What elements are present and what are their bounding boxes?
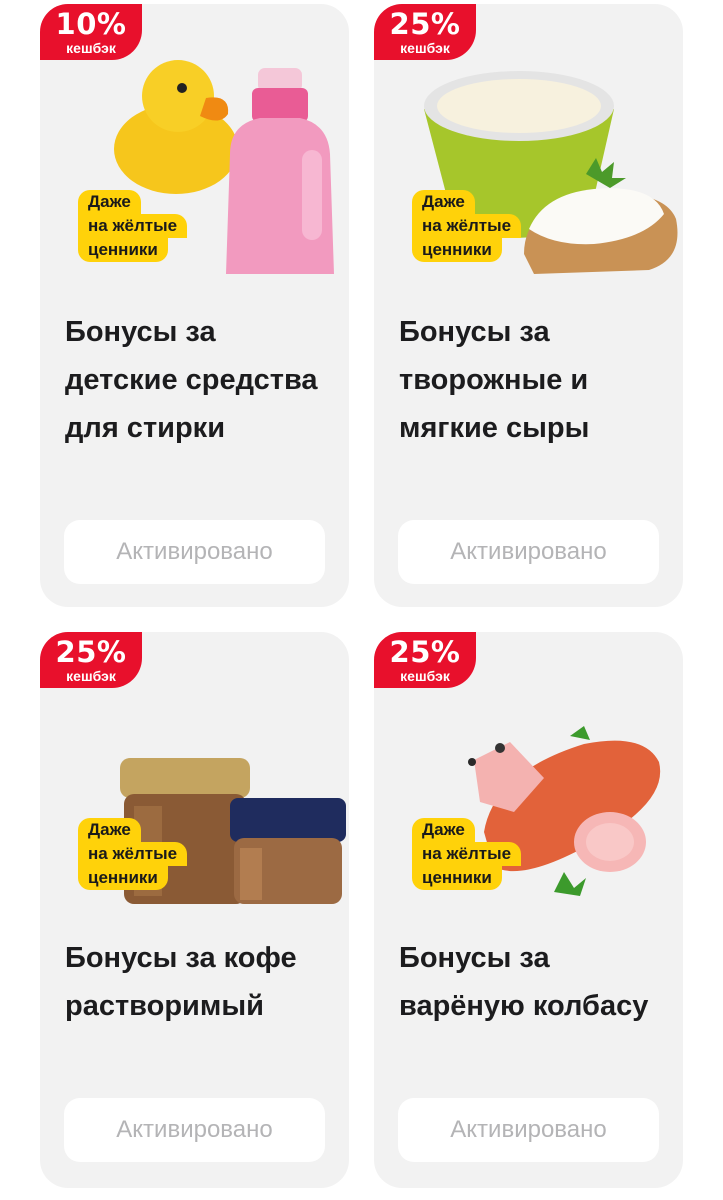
cashback-label: кешбэк [66, 668, 116, 684]
tag-line-1: Даже [412, 190, 475, 214]
tag-line-1: Даже [78, 190, 141, 214]
yellow-price-tag: Даже на жёлтые ценники [78, 818, 198, 890]
tag-line-2: на жёлтые [78, 842, 188, 866]
cashback-percent: 25% [389, 7, 461, 41]
cashback-percent: 25% [389, 635, 461, 669]
cashback-percent: 10% [55, 7, 127, 41]
cashback-badge: 10% кешбэк [40, 4, 142, 60]
offer-title: Бонусы за кофе растворимый [65, 942, 297, 1022]
tag-line-2: на жёлтые [78, 214, 188, 238]
activated-button[interactable]: Активировано [64, 520, 325, 584]
cashback-badge: 25% кешбэк [374, 632, 476, 688]
cashback-label: кешбэк [66, 40, 116, 56]
tag-line-1: Даже [78, 818, 141, 842]
cashback-label: кешбэк [400, 40, 450, 56]
yellow-price-tag: Даже на жёлтые ценники [412, 818, 532, 890]
yellow-price-tag: Даже на жёлтые ценники [412, 190, 532, 262]
activated-button[interactable]: Активировано [64, 1098, 325, 1162]
offer-card-detergent[interactable]: Даже на жёлтые ценники 10% кешбэк Бонусы… [40, 4, 349, 607]
tag-line-3: ценники [412, 866, 502, 890]
tag-line-3: ценники [78, 866, 168, 890]
cashback-badge: 25% кешбэк [374, 4, 476, 60]
offer-title: Бонусы за творожные и мягкие сыры [399, 316, 590, 444]
tag-line-3: ценники [78, 238, 168, 262]
offer-title: Бонусы за варёную колбасу [399, 942, 649, 1022]
tag-line-2: на жёлтые [412, 842, 522, 866]
offer-card-coffee[interactable]: Даже на жёлтые ценники 25% кешбэк Бонусы… [40, 632, 349, 1188]
tag-line-3: ценники [412, 238, 502, 262]
tag-line-1: Даже [412, 818, 475, 842]
offer-card-cheese[interactable]: Даже на жёлтые ценники 25% кешбэк Бонусы… [374, 4, 683, 607]
cashback-badge: 25% кешбэк [40, 632, 142, 688]
cashback-label: кешбэк [400, 668, 450, 684]
offer-card-sausage[interactable]: Даже на жёлтые ценники 25% кешбэк Бонусы… [374, 632, 683, 1188]
cashback-percent: 25% [55, 635, 127, 669]
yellow-price-tag: Даже на жёлтые ценники [78, 190, 198, 262]
offer-title: Бонусы за детские средства для стирки [65, 316, 318, 444]
activated-button[interactable]: Активировано [398, 1098, 659, 1162]
tag-line-2: на жёлтые [412, 214, 522, 238]
activated-button[interactable]: Активировано [398, 520, 659, 584]
